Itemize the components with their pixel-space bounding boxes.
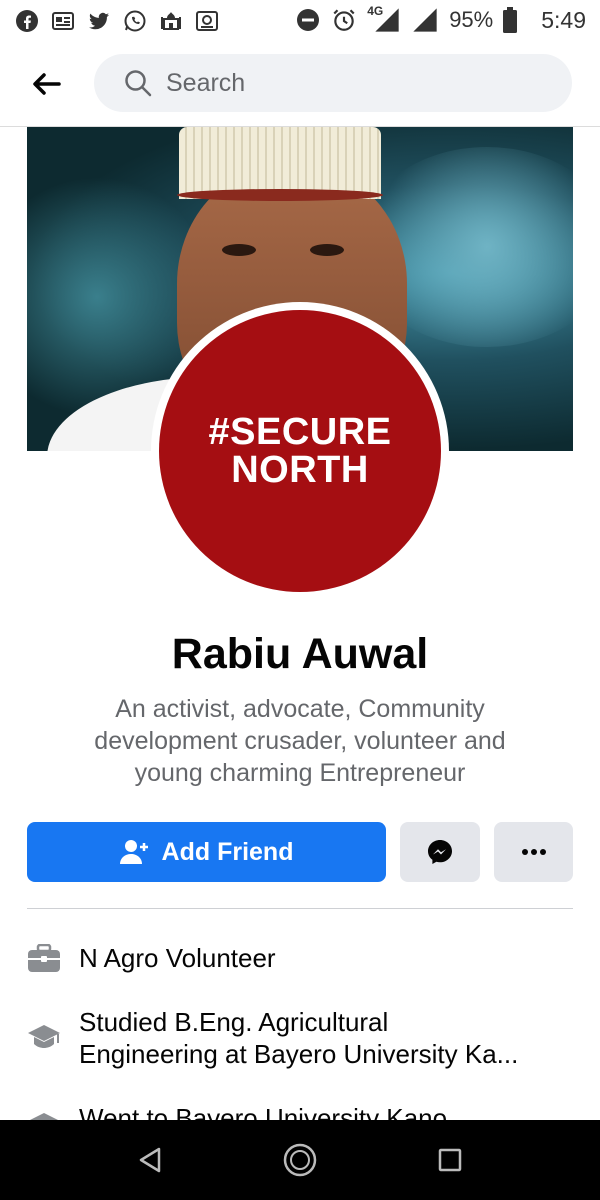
detail-education: Studied B.Eng. Agricultural Engineering … [27, 1006, 573, 1072]
cover-person-eye [310, 244, 344, 256]
profile-picture-text-line1: #SECURE [208, 411, 392, 453]
graduation-cap-icon [27, 1020, 61, 1054]
profile-picture-text-line2: NORTH [231, 449, 369, 491]
battery-percent: 95% [449, 7, 494, 32]
whatsapp-icon [122, 8, 148, 34]
twitter-icon [86, 8, 112, 34]
more-dots-icon [521, 849, 546, 855]
network-signal: 4G [367, 4, 401, 34]
nav-back-button[interactable] [130, 1140, 170, 1180]
message-button[interactable] [400, 822, 480, 882]
mosque-icon [158, 8, 184, 34]
do-not-disturb-icon [295, 7, 321, 33]
nav-recents-icon [438, 1148, 462, 1172]
news-icon [50, 8, 76, 34]
messenger-icon [428, 840, 452, 864]
detail-education-2-text: Went to Bayero University Kano [79, 1103, 448, 1120]
section-divider [27, 908, 573, 909]
system-navigation-bar [0, 1120, 600, 1200]
system-status: 4G 95% 5:49 [295, 4, 586, 34]
alarm-icon [331, 7, 357, 33]
cell-signal-icon [375, 8, 399, 32]
status-bar: 4G 95% 5:49 [0, 0, 600, 42]
briefcase-icon [27, 942, 61, 976]
cover-person-eye [222, 244, 256, 256]
add-friend-icon [119, 840, 148, 864]
cover-cap-band [177, 189, 383, 201]
detail-work-text: N Agro Volunteer [79, 943, 276, 973]
add-friend-label: Add Friend [161, 837, 294, 866]
profile-picture[interactable]: #SECURE NORTH [159, 310, 441, 592]
detail-work: N Agro Volunteer [27, 940, 573, 980]
cell-signal-2-icon [413, 8, 437, 32]
profile-bio: An activist, advocate, Community develop… [94, 695, 506, 787]
detail-education-2: Went to Bayero University Kano [27, 1100, 573, 1120]
top-bar [0, 42, 600, 127]
back-arrow-icon [33, 73, 61, 95]
clock: 5:49 [541, 6, 586, 33]
battery-icon [503, 7, 518, 33]
more-options-button[interactable] [494, 822, 573, 882]
radio-icon [194, 8, 220, 34]
nav-home-icon [283, 1143, 317, 1177]
facebook-icon [14, 8, 40, 34]
nav-recents-button[interactable] [430, 1140, 470, 1180]
detail-education-line1: Studied B.Eng. Agricultural [79, 1007, 389, 1037]
nav-home-button[interactable] [280, 1140, 320, 1180]
graduation-cap-icon [27, 1108, 61, 1120]
back-button[interactable] [22, 64, 70, 104]
search-bar[interactable] [94, 54, 572, 112]
nav-back-icon [139, 1147, 161, 1173]
profile-name: Rabiu Auwal [171, 630, 429, 678]
notification-icons [14, 8, 220, 34]
detail-education-line2: Engineering at Bayero University Ka... [79, 1039, 519, 1069]
search-input[interactable] [166, 54, 546, 112]
add-friend-button[interactable]: Add Friend [27, 822, 386, 882]
search-icon [125, 70, 152, 97]
